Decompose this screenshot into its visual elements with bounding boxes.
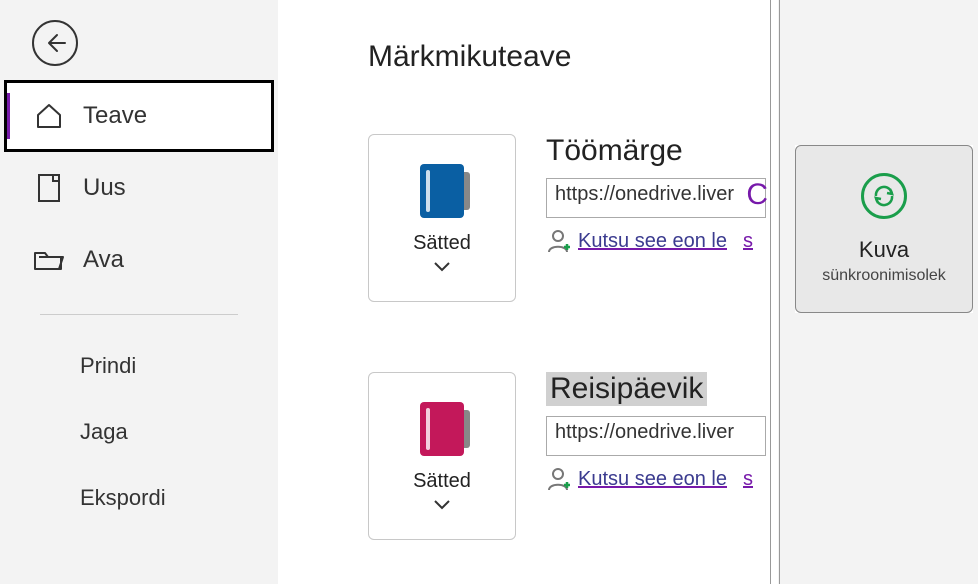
invite-trailing[interactable]: s	[743, 468, 753, 491]
person-add-icon	[546, 466, 572, 492]
nav-info[interactable]: Teave	[4, 80, 274, 152]
notebook-url-field[interactable]: https://onedrive.liver	[546, 178, 766, 218]
right-panel: Kuva sünkroonimisolek	[795, 145, 973, 313]
notebook-icon	[420, 164, 464, 218]
chevron-down-icon	[433, 261, 451, 273]
notebook-top-right-char: C	[746, 178, 768, 212]
notebook-details: Reisipäevik https://onedrive.liver Kutsu…	[546, 372, 778, 492]
backstage-sidebar: Teave Uus Ava Prindi Jaga Ekspordi	[0, 0, 278, 584]
notebook-row: Sätted Reisipäevik https://onedrive.live…	[368, 372, 778, 540]
invite-row: Kutsu see eon le s	[546, 228, 778, 254]
nav-export[interactable]: Ekspordi	[0, 465, 278, 531]
page-icon	[33, 172, 65, 204]
invite-trailing[interactable]: s	[743, 230, 753, 253]
invite-link[interactable]: Kutsu see eon le	[578, 468, 727, 491]
nav-label: Teave	[83, 102, 147, 130]
invite-link[interactable]: Kutsu see eon le	[578, 230, 727, 253]
invite-row: Kutsu see eon le s	[546, 466, 778, 492]
nav-new[interactable]: Uus	[0, 152, 278, 224]
notebook-details: Töömärge C https://onedrive.liver Kutsu …	[546, 134, 778, 254]
folder-open-icon	[33, 244, 65, 276]
notebook-row: Sätted Töömärge C https://onedrive.liver…	[368, 134, 778, 302]
sync-subtitle: sünkroonimisolek	[822, 267, 946, 285]
arrow-left-icon	[43, 31, 67, 55]
settings-label: Sätted	[413, 232, 471, 255]
sync-icon	[861, 173, 907, 219]
home-icon	[33, 100, 65, 132]
page-title: Märkmikuteave	[368, 40, 778, 74]
nav-print[interactable]: Prindi	[0, 333, 278, 399]
vertical-separator	[770, 0, 788, 584]
sync-status-button[interactable]: Kuva sünkroonimisolek	[795, 145, 973, 313]
nav-share[interactable]: Jaga	[0, 399, 278, 465]
sync-title: Kuva	[859, 237, 909, 263]
nav-label: Uus	[83, 174, 126, 202]
notebook-url-field[interactable]: https://onedrive.liver	[546, 416, 766, 456]
sidebar-divider	[40, 314, 238, 315]
nav-label: Jaga	[80, 419, 128, 445]
settings-label: Sätted	[413, 470, 471, 493]
chevron-down-icon	[433, 499, 451, 511]
notebook-settings-button[interactable]: Sätted	[368, 372, 516, 540]
nav-label: Ava	[83, 246, 124, 274]
person-add-icon	[546, 228, 572, 254]
nav-open[interactable]: Ava	[0, 224, 278, 296]
notebook-icon	[420, 402, 464, 456]
nav-label: Prindi	[80, 353, 136, 379]
notebook-title: Töömärge	[546, 134, 778, 168]
notebook-title: Reisipäevik	[546, 372, 707, 406]
notebook-settings-button[interactable]: Sätted	[368, 134, 516, 302]
nav-label: Ekspordi	[80, 485, 166, 511]
main-content: Märkmikuteave Sätted Töömärge C https://…	[278, 0, 778, 584]
back-button[interactable]	[32, 20, 78, 66]
